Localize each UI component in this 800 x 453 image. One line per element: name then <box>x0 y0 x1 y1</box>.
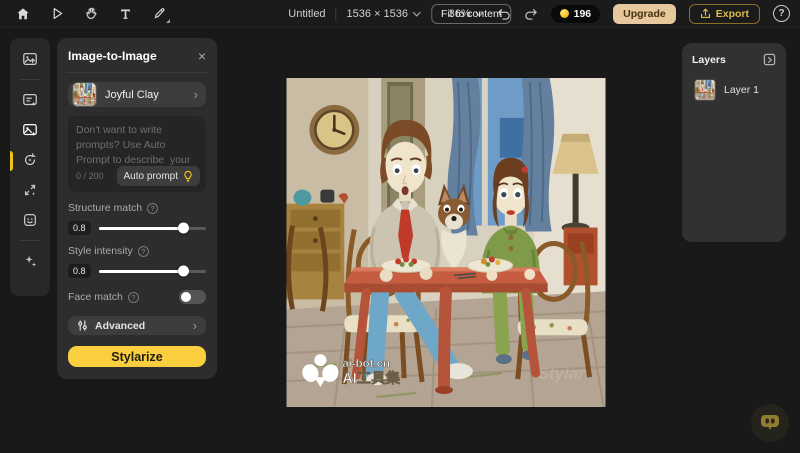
help-button[interactable]: ? <box>773 5 790 22</box>
style-intensity-slider[interactable] <box>99 270 206 273</box>
layer-thumbnail <box>694 79 716 101</box>
restyle-icon <box>22 152 38 168</box>
style-intensity-slider-row: 0.8 <box>68 264 206 278</box>
auto-prompt-button[interactable]: Auto prompt <box>117 166 200 186</box>
chat-support-button[interactable] <box>751 404 789 442</box>
text-to-image-button[interactable] <box>16 87 44 113</box>
image-to-image-button[interactable] <box>16 117 44 143</box>
info-icon[interactable]: ? <box>128 292 139 303</box>
slider-thumb[interactable] <box>178 223 189 234</box>
coin-icon <box>560 9 569 18</box>
style-intensity-label: Style intensity ? <box>68 245 206 257</box>
credits-badge[interactable]: 196 <box>551 5 601 23</box>
upload-image-icon <box>22 51 38 67</box>
structure-match-value: 0.8 <box>68 221 91 235</box>
cursor-icon <box>51 7 64 20</box>
canvas-size-value: 1536 × 1536 <box>347 8 408 20</box>
sparkles-icon <box>22 253 38 269</box>
hand-tool-button[interactable] <box>78 3 104 25</box>
credits-count: 196 <box>574 8 592 20</box>
chevron-down-icon <box>412 11 421 17</box>
advanced-button[interactable]: Advanced › <box>68 316 206 335</box>
face-tools-button[interactable] <box>16 207 44 233</box>
face-match-toggle[interactable] <box>179 290 206 304</box>
layers-panel: Layers Layer 1 <box>682 43 786 242</box>
style-intensity-value: 0.8 <box>68 264 91 278</box>
close-icon[interactable]: × <box>198 49 206 63</box>
divider <box>66 72 208 73</box>
canvas-image[interactable] <box>286 78 606 407</box>
upscale-button[interactable] <box>16 177 44 203</box>
redo-button[interactable] <box>524 8 538 20</box>
collapse-panel-icon[interactable] <box>763 53 776 66</box>
hand-icon <box>85 7 98 20</box>
draw-tool-button[interactable] <box>146 3 172 25</box>
chevron-right-icon: › <box>193 319 197 332</box>
text-tool-button[interactable] <box>112 3 138 25</box>
panel-title: Image-to-Image <box>68 49 157 63</box>
canvas-size-dropdown[interactable]: 1536 × 1536 <box>347 8 421 20</box>
info-icon[interactable]: ? <box>138 246 149 257</box>
text-icon <box>119 7 132 20</box>
face-match-row: Face match ? <box>68 290 206 304</box>
layer-item[interactable]: Layer 1 <box>692 77 776 103</box>
info-icon[interactable]: ? <box>147 203 158 214</box>
select-tool-button[interactable] <box>44 3 70 25</box>
home-icon <box>16 7 30 21</box>
structure-match-slider-row: 0.8 <box>68 221 206 235</box>
home-button[interactable] <box>10 3 36 25</box>
submenu-caret <box>166 19 170 23</box>
sliders-icon <box>77 320 88 331</box>
image-to-image-icon <box>22 122 38 138</box>
export-label: Export <box>716 8 749 20</box>
prompt-input[interactable] <box>76 123 198 168</box>
workspace: Image-to-Image × Joyful Clay › 0 / 200 A… <box>0 28 800 453</box>
stylarize-button[interactable]: Stylarize <box>68 346 206 367</box>
active-tool-indicator <box>10 151 13 171</box>
auto-prompt-label: Auto prompt <box>124 171 178 182</box>
face-match-label: Face match ? <box>68 291 139 303</box>
fit-to-content-button[interactable]: Fit to content <box>431 4 512 24</box>
slider-thumb[interactable] <box>178 266 189 277</box>
tool-group <box>10 3 172 25</box>
pen-icon <box>153 7 166 20</box>
rail-divider <box>19 79 41 80</box>
text-to-image-icon <box>22 92 38 108</box>
prompt-container: 0 / 200 Auto prompt <box>68 116 206 192</box>
chat-bubble-icon <box>759 413 781 433</box>
structure-match-label: Structure match ? <box>68 202 206 214</box>
upload-image-button[interactable] <box>16 46 44 72</box>
lightbulb-icon <box>183 170 193 182</box>
rail-divider <box>19 240 41 241</box>
layers-title: Layers <box>692 54 726 66</box>
style-selector[interactable]: Joyful Clay › <box>68 82 206 107</box>
advanced-label: Advanced <box>95 320 186 332</box>
style-name: Joyful Clay <box>105 89 186 101</box>
layer-name: Layer 1 <box>724 84 759 96</box>
export-icon <box>700 8 711 19</box>
redo-icon <box>524 8 538 20</box>
face-icon <box>22 212 38 228</box>
export-button[interactable]: Export <box>689 4 760 24</box>
image-to-image-panel: Image-to-Image × Joyful Clay › 0 / 200 A… <box>57 38 217 379</box>
separator <box>336 8 337 20</box>
structure-match-slider[interactable] <box>99 227 206 230</box>
effects-button[interactable] <box>16 248 44 274</box>
upscale-icon <box>22 182 38 198</box>
style-thumbnail <box>72 82 97 107</box>
document-title[interactable]: Untitled <box>288 8 325 20</box>
top-bar: Untitled 1536 × 1536 Fit to content 36% … <box>0 0 800 28</box>
chevron-right-icon: › <box>194 88 198 101</box>
document-info: Untitled 1536 × 1536 Fit to content <box>288 4 511 24</box>
upgrade-button[interactable]: Upgrade <box>613 4 676 24</box>
restyle-button[interactable] <box>16 147 44 173</box>
toggle-knob <box>181 292 191 302</box>
char-counter: 0 / 200 <box>76 171 104 181</box>
left-tool-rail <box>10 38 50 296</box>
